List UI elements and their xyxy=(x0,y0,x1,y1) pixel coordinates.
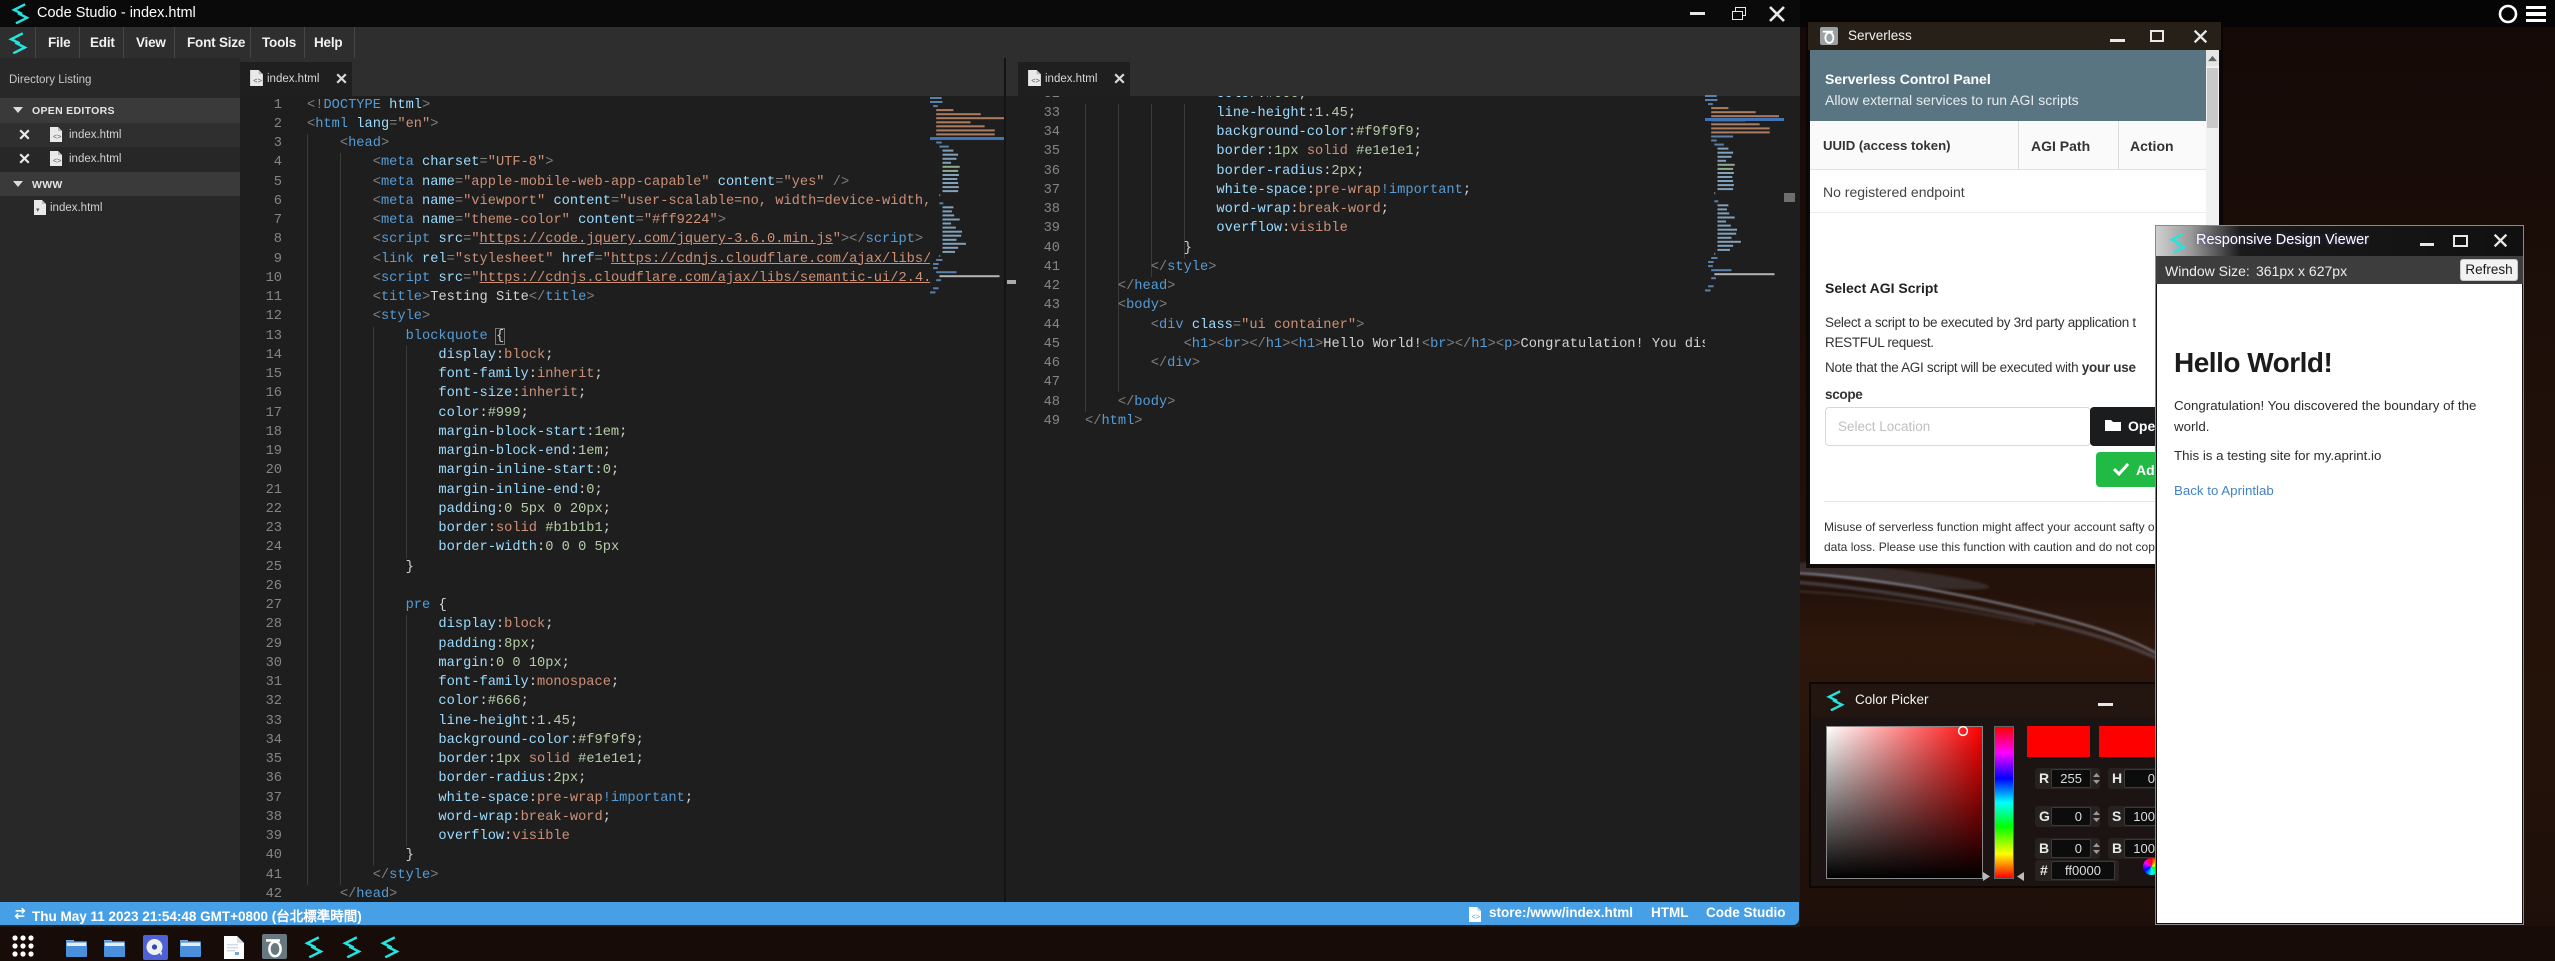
svg-text:<>: <> xyxy=(1031,76,1040,85)
svg-text:<>: <> xyxy=(53,158,61,165)
svg-text:<>: <> xyxy=(1471,912,1480,921)
svg-text:<>: <> xyxy=(253,76,262,85)
svg-text:▾: ▾ xyxy=(36,207,40,214)
svg-text:<>: <> xyxy=(53,134,61,141)
